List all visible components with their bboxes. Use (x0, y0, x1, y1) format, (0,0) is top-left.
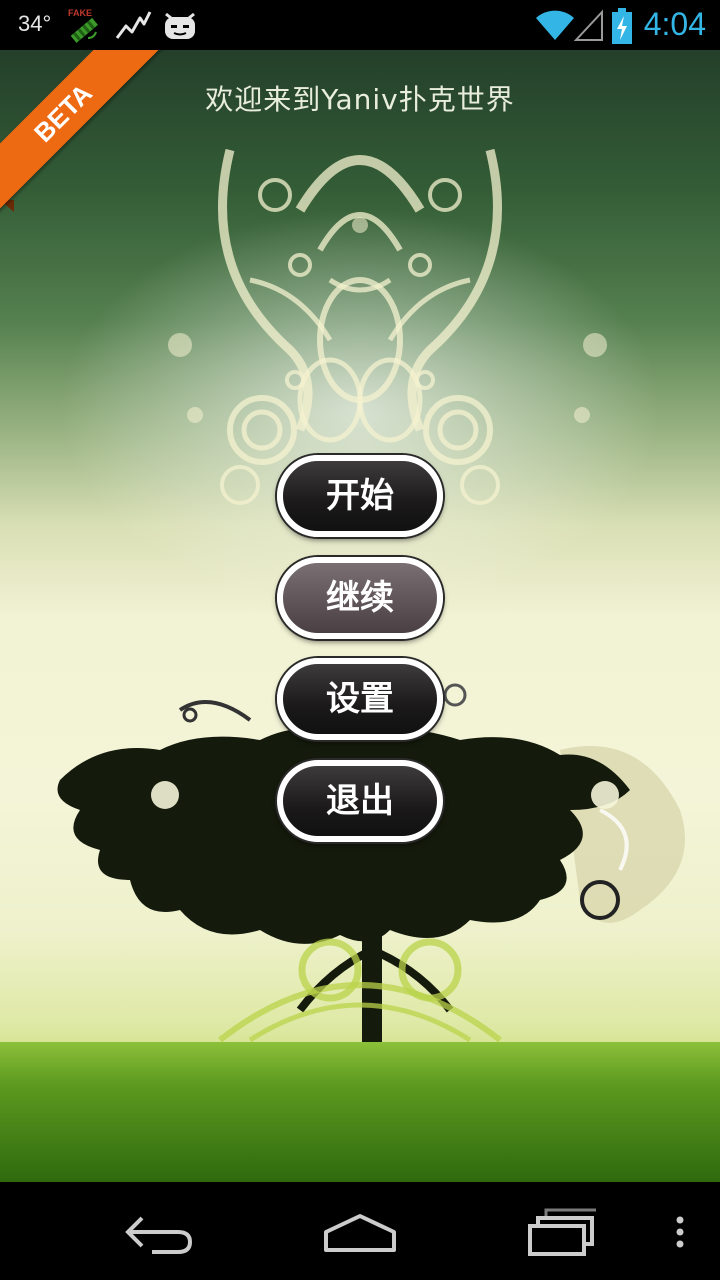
status-bar: 34° FAKE 4:04 (0, 0, 720, 50)
battery-charging-icon (610, 6, 634, 50)
recent-apps-icon[interactable] (524, 1202, 600, 1266)
temperature-text: 34° (18, 11, 52, 36)
settings-button[interactable]: 设置 (277, 658, 443, 740)
signal-icon (573, 6, 604, 50)
back-icon[interactable] (122, 1202, 198, 1266)
svg-text:FAKE: FAKE (68, 8, 92, 18)
app-content: BETA 欢迎来到Yaniv扑克世界 开始 继续 设置 退出 (0, 50, 720, 1182)
start-button[interactable]: 开始 (277, 455, 443, 537)
overflow-menu-icon[interactable] (668, 1202, 692, 1266)
navigation-bar (0, 1182, 720, 1280)
wifi-icon (534, 6, 576, 50)
device-screen: 34° FAKE 4:04 BETA 欢迎来到Yaniv扑克世界 开始 继续 设… (0, 0, 720, 1280)
exit-button[interactable]: 退出 (277, 760, 443, 842)
home-icon[interactable] (322, 1202, 398, 1266)
grass-field (0, 1042, 720, 1182)
cyanogen-android-icon (160, 6, 200, 50)
clock-text: 4:04 (643, 6, 706, 42)
fake-gps-icon: FAKE (64, 6, 104, 50)
activity-graph-icon (114, 6, 154, 50)
continue-button[interactable]: 继续 (277, 557, 443, 639)
